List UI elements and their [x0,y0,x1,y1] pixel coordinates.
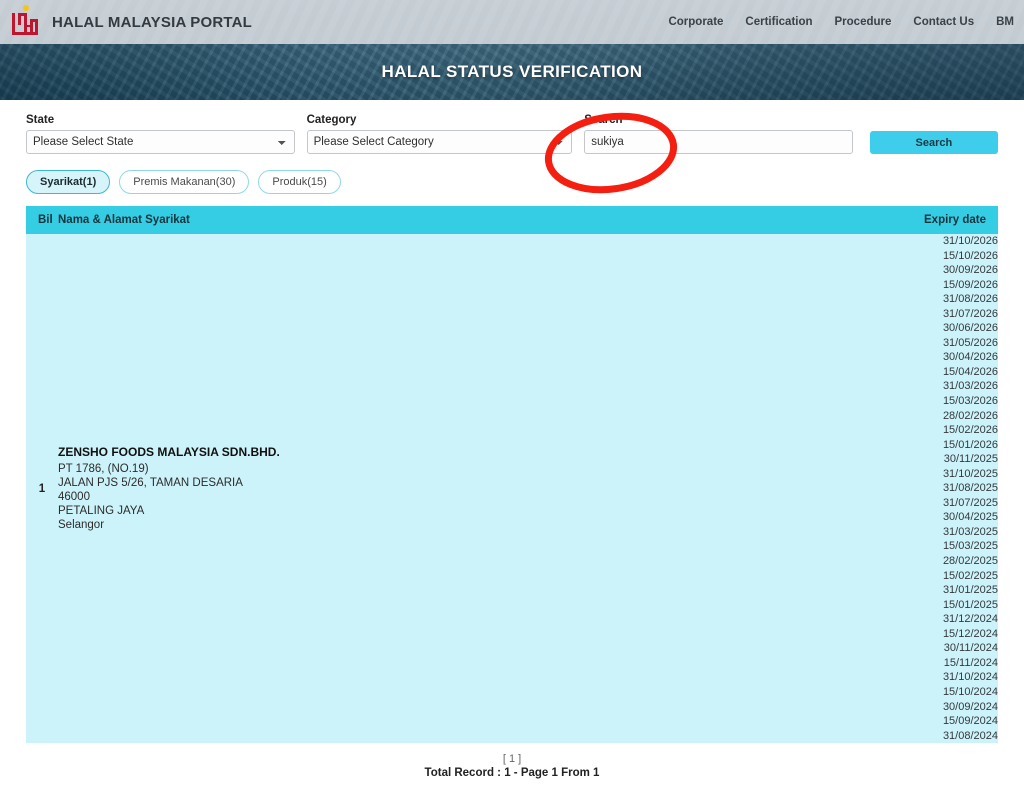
expiry-date: 31/10/2025 [942,467,998,480]
nav-item-contact-us[interactable]: Contact Us [913,16,974,28]
search-input[interactable] [584,130,853,154]
main-nav: Corporate Certification Procedure Contac… [668,16,1014,28]
table-header-row: Bil Nama & Alamat Syarikat Expiry date [26,206,998,234]
cell-company: ZENSHO FOODS MALAYSIA SDN.BHD. PT 1786, … [58,234,828,744]
expiry-date: 15/10/2026 [942,249,998,262]
pagination-pages[interactable]: [ 1 ] [26,753,998,765]
expiry-date: 15/03/2026 [942,395,998,408]
expiry-date: 31/07/2025 [942,496,998,509]
expiry-date: 15/12/2024 [942,627,998,640]
expiry-date: 15/11/2024 [943,656,998,669]
column-header-expiry: Expiry date [828,206,998,234]
halal-logo-icon [10,5,42,39]
brand-title: HALAL MALAYSIA PORTAL [52,13,253,31]
address-line: JALAN PJS 5/26, TAMAN DESARIA [58,476,243,489]
address-line: 46000 [58,490,90,503]
expiry-date: 30/04/2026 [942,351,998,364]
cell-bil: 1 [26,234,58,744]
state-label: State [26,114,55,126]
expiry-date: 31/05/2026 [942,336,998,349]
table-row[interactable]: 1 ZENSHO FOODS MALAYSIA SDN.BHD. PT 1786… [26,234,998,744]
nav-item-certification[interactable]: Certification [745,16,812,28]
expiry-date: 31/03/2026 [942,380,998,393]
hero-banner: HALAL STATUS VERIFICATION [0,44,1024,100]
expiry-date: 30/04/2025 [942,511,998,524]
expiry-date: 15/10/2024 [942,685,998,698]
main-content: State Please Select State Category Pleas… [0,100,1024,779]
expiry-date: 30/11/2024 [943,642,998,655]
expiry-date: 31/01/2025 [942,584,998,597]
expiry-date: 31/12/2024 [942,613,998,626]
nav-item-corporate[interactable]: Corporate [668,16,723,28]
address-line: Selangor [58,519,105,532]
expiry-date: 31/10/2024 [942,671,998,684]
table-head: Bil Nama & Alamat Syarikat Expiry date [26,206,998,234]
search-field: Search [584,114,853,154]
expiry-date: 15/01/2025 [942,598,998,611]
expiry-date: 31/07/2026 [942,307,998,320]
category-select[interactable]: Please Select Category [306,130,573,154]
state-field: State Please Select State [26,114,295,154]
page-title: HALAL STATUS VERIFICATION [381,62,643,81]
search-button[interactable]: Search [869,131,999,154]
column-header-bil: Bil [26,206,58,234]
expiry-date: 15/09/2026 [942,278,998,291]
expiry-date: 28/02/2026 [942,409,998,422]
expiry-date: 31/08/2026 [942,293,998,306]
column-header-name: Nama & Alamat Syarikat [58,206,828,234]
expiry-date: 30/09/2024 [942,700,998,713]
pagination-summary: Total Record : 1 - Page 1 From 1 [424,767,600,780]
tab-syarikat[interactable]: Syarikat(1) [26,170,111,194]
search-label: Search [584,114,623,126]
nav-item-language-bm[interactable]: BM [996,16,1014,28]
expiry-date: 30/11/2025 [943,453,998,466]
expiry-date: 15/01/2026 [942,438,998,451]
results-table: Bil Nama & Alamat Syarikat Expiry date 1… [26,206,998,744]
nav-item-procedure[interactable]: Procedure [835,16,892,28]
table-body: 1 ZENSHO FOODS MALAYSIA SDN.BHD. PT 1786… [26,234,998,744]
company-name: ZENSHO FOODS MALAYSIA SDN.BHD. [58,444,280,459]
brand[interactable]: HALAL MALAYSIA PORTAL [10,5,252,39]
result-tabs: Syarikat(1) Premis Makanan(30) Produk(15… [26,170,998,194]
category-field: Category Please Select Category [306,114,573,154]
tab-produk[interactable]: Produk(15) [258,170,341,194]
expiry-date: 28/02/2025 [942,555,998,568]
category-label: Category [306,114,357,126]
expiry-date: 31/10/2026 [942,235,998,247]
expiry-date: 15/04/2026 [942,365,998,378]
expiry-date: 31/08/2024 [942,729,998,742]
tab-premis-makanan[interactable]: Premis Makanan(30) [119,170,250,194]
expiry-date: 15/02/2025 [942,569,998,582]
address-line: PT 1786, (NO.19) [58,462,149,475]
expiry-date-list: 31/10/2026 15/10/2026 30/09/2026 15/09/2026… [828,234,998,743]
results-table-wrapper: Bil Nama & Alamat Syarikat Expiry date 1… [26,206,998,744]
top-navigation-bar: HALAL MALAYSIA PORTAL Corporate Certific… [0,0,1024,44]
expiry-date: 31/03/2025 [942,525,998,538]
cell-expiry-dates: 31/10/2026 15/10/2026 30/09/2026 15/09/2026… [828,234,998,744]
expiry-date: 15/09/2024 [942,715,998,728]
expiry-date: 31/08/2025 [942,482,998,495]
expiry-date: 30/09/2026 [942,264,998,277]
address-line: PETALING JAYA [58,505,145,518]
filter-bar: State Please Select State Category Pleas… [26,100,999,154]
state-select[interactable]: Please Select State [26,130,295,154]
expiry-date: 30/06/2026 [942,322,998,335]
expiry-date: 15/03/2025 [942,540,998,553]
expiry-date: 15/02/2026 [942,424,998,437]
